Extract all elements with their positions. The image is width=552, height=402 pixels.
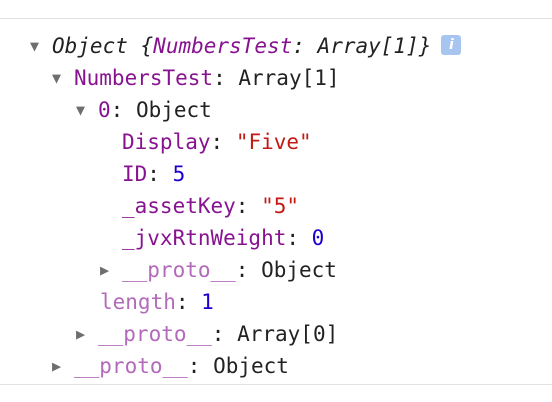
property-key: length	[100, 290, 176, 314]
property-value: Object	[213, 354, 289, 378]
tree-row-item-0[interactable]: ▼ 0: Object	[76, 94, 212, 126]
tree-row-root[interactable]: ▼ Object {NumbersTest: Array[1]} i	[30, 30, 462, 62]
expanded-triangle-icon[interactable]: ▼	[52, 62, 74, 94]
property-separator: :	[235, 194, 262, 218]
property-separator: :	[286, 226, 312, 250]
property-key: ID	[122, 162, 148, 186]
property-value-number: 0	[311, 226, 325, 250]
property-key: __proto__	[74, 354, 188, 378]
expanded-triangle-icon[interactable]: ▼	[76, 94, 98, 126]
property-value: Object	[135, 98, 212, 122]
root-summary-close: }	[418, 34, 432, 58]
property-separator: :	[110, 98, 136, 122]
tree-row-length[interactable]: length: 1	[100, 286, 214, 318]
property-key: _jvxRtnWeight	[122, 226, 287, 250]
property-value-string: "5"	[261, 194, 300, 218]
root-object-label: Object	[52, 34, 128, 58]
root-summary-sep: :	[292, 34, 318, 58]
property-separator: :	[147, 162, 173, 186]
tree-row-rtn-weight[interactable]: _jvxRtnWeight: 0	[122, 222, 324, 254]
property-separator: :	[211, 322, 238, 346]
property-key: 0	[98, 98, 111, 122]
property-key: __proto__	[122, 258, 236, 282]
property-separator: :	[213, 66, 239, 90]
console-bottom-divider	[0, 384, 552, 385]
property-value-string: "Five"	[235, 130, 312, 154]
property-value: Object	[261, 258, 337, 282]
tree-row-item-proto[interactable]: ▶ __proto__: Object	[100, 254, 337, 286]
info-icon[interactable]: i	[441, 35, 462, 55]
tree-row-numbers-test[interactable]: ▼ NumbersTest: Array[1]	[52, 62, 340, 94]
tree-row-root-proto[interactable]: ▶ __proto__: Object	[52, 350, 289, 382]
collapsed-triangle-icon[interactable]: ▶	[52, 350, 74, 382]
property-value-number: 1	[201, 290, 214, 314]
property-key: Display	[122, 130, 211, 154]
tree-row-display[interactable]: Display: "Five"	[122, 126, 312, 158]
collapsed-triangle-icon[interactable]: ▶	[76, 318, 98, 350]
property-key: NumbersTest	[74, 66, 214, 90]
collapsed-triangle-icon[interactable]: ▶	[100, 254, 122, 286]
property-key: _assetKey	[122, 194, 236, 218]
root-summary-open: {	[140, 34, 154, 58]
property-key: __proto__	[98, 322, 212, 346]
root-summary-key: NumbersTest	[153, 34, 293, 58]
tree-row-id[interactable]: ID: 5	[122, 158, 185, 190]
console-top-divider	[0, 18, 552, 19]
property-separator: :	[187, 354, 214, 378]
property-separator: :	[210, 130, 236, 154]
property-value: Array[1]	[238, 66, 340, 90]
property-separator: :	[235, 258, 262, 282]
property-value-number: 5	[172, 162, 186, 186]
tree-row-array-proto[interactable]: ▶ __proto__: Array[0]	[76, 318, 338, 350]
property-separator: :	[175, 290, 202, 314]
property-value: Array[0]	[237, 322, 339, 346]
tree-row-asset-key[interactable]: _assetKey: "5"	[122, 190, 299, 222]
root-summary-value: Array[1]	[317, 34, 419, 58]
expanded-triangle-icon[interactable]: ▼	[30, 30, 52, 62]
